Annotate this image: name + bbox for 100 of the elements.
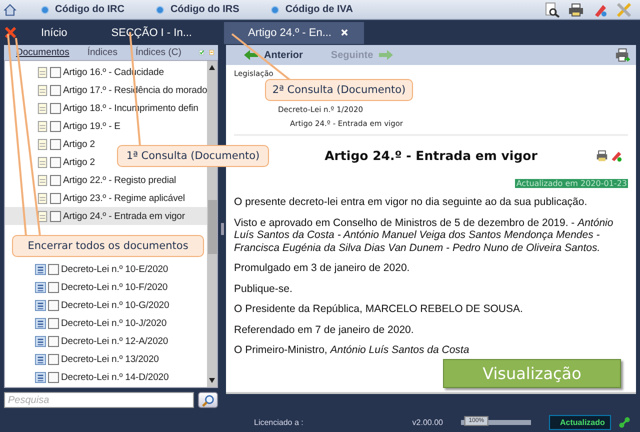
updated-badge: Actualizado em 2020-01-23: [515, 179, 628, 188]
printer-icon[interactable]: [568, 2, 584, 18]
tree-item[interactable]: Artigo 22.º - Registo predial: [5, 171, 207, 190]
law-icon: [35, 336, 46, 347]
document-icon: [37, 67, 48, 78]
checkbox[interactable]: [48, 282, 59, 294]
callout: 2ª Consulta (Documento): [265, 79, 413, 101]
search-button[interactable]: [198, 392, 218, 408]
scroll-thumb[interactable]: [208, 200, 216, 254]
document-tab[interactable]: SECÇÃO I - In...: [99, 22, 204, 44]
caption-banner: Visualização: [443, 359, 621, 388]
link-icon[interactable]: [619, 416, 630, 428]
tree-item[interactable]: Decreto-Lei n.º 10-J/2020: [5, 314, 207, 332]
tree-item-label: Artigo 2: [63, 156, 95, 168]
law-icon: [35, 300, 46, 312]
license-label: Licenciado a :: [253, 418, 304, 426]
document-icon: [37, 192, 48, 204]
tree-item-label: Decreto-Lei n.º 14-D/2020: [61, 372, 169, 383]
tree-item-label: Artigo 2: [63, 139, 95, 150]
scroll-up-icon[interactable]: [209, 65, 215, 70]
paragraph: O Primeiro-Ministro, António Luís Santos da Costa: [234, 344, 470, 356]
tree-item[interactable]: Decreto-Lei n.º 10-G/2020: [5, 296, 207, 314]
tree-item[interactable]: Decreto-Lei n.º 10-E/2020: [5, 260, 207, 279]
document-icon: [37, 139, 48, 150]
document-title: Artigo 24.º - Entrada em vigor: [324, 148, 538, 163]
tree-item-label: Artigo 23.º - Regime aplicável: [63, 192, 185, 204]
checkbox[interactable]: [48, 300, 59, 312]
document-icon: [37, 121, 48, 132]
module-link[interactable]: Código do IRC: [41, 4, 124, 15]
paragraph: O Presidente da República, MARCELO REBELO DE SOUSA.: [234, 303, 524, 316]
module-link[interactable]: Código de IVA: [271, 4, 353, 15]
checkbox[interactable]: [48, 264, 59, 276]
checkbox[interactable]: [50, 174, 61, 186]
callout: Encerrar todos os documentos: [12, 235, 204, 257]
panel-tab[interactable]: Índices (C): [131, 47, 186, 58]
scroll-down-icon[interactable]: [209, 378, 215, 383]
tree-item[interactable]: Decreto-Lei n.º 12-A/2020: [5, 332, 207, 350]
tree-item[interactable]: Decreto-Lei n.º 13/2020: [5, 350, 207, 368]
law-icon: [35, 354, 46, 365]
tree-item[interactable]: Artigo 2: [5, 153, 97, 172]
close-all-icon[interactable]: [4, 26, 17, 39]
module-link[interactable]: Código do IRS: [156, 4, 240, 15]
search-field[interactable]: Pesquisa: [4, 392, 194, 408]
document-tab[interactable]: Artigo 24.º - En...: [224, 22, 364, 44]
search-document-icon[interactable]: [544, 2, 560, 18]
law-icon: [35, 318, 46, 329]
left-arrow-icon: [244, 50, 258, 60]
tree-item-label: Artigo 19.º - E: [63, 121, 120, 132]
tree-item-label: Decreto-Lei n.º 10-F/2020: [61, 282, 168, 294]
checkbox[interactable]: [50, 210, 61, 222]
tree-item-label: Decreto-Lei n.º 12-A/2020: [61, 336, 168, 347]
tree-item-label: Artigo 22.º - Registo predial: [63, 174, 176, 186]
version-label: v2.00.00: [412, 418, 443, 426]
checkbox[interactable]: [50, 103, 61, 114]
document-icon: [37, 174, 48, 186]
tree-item[interactable]: Decreto-Lei n.º 14-D/2020: [5, 368, 207, 386]
update-status: Actualizado: [549, 414, 611, 430]
paragraph: Publique-se.: [234, 282, 294, 295]
tree-item[interactable]: Artigo 2: [5, 136, 97, 154]
checkbox[interactable]: [50, 85, 61, 96]
previous-button[interactable]: Anterior: [244, 50, 303, 60]
document-icon: [37, 85, 48, 96]
panel-tab[interactable]: Índices: [83, 47, 122, 58]
tree-item-label: Decreto-Lei n.º 10-E/2020: [61, 264, 168, 276]
law-icon: [35, 372, 46, 383]
pencil-icon[interactable]: [610, 150, 622, 162]
checkbox[interactable]: [50, 121, 61, 132]
paragraph: Visto e aprovado em Conselho de Ministros de 5 de dezembro de 2019. - António Luís Santos da Costa - António Manuel Veiga dos Santos Mendonça Mendes - Francisca Eugénia da Silva Dias Van Dunem - Pedro Nuno de Oliveira Santos.: [234, 216, 614, 254]
home-icon[interactable]: [3, 2, 17, 16]
printer-icon[interactable]: [596, 150, 608, 162]
paragraph: Referendado em 7 de janeiro de 2020.: [234, 324, 415, 336]
tree-item[interactable]: Artigo 24.º - Entrada em vigor: [5, 207, 207, 226]
law-icon: [35, 264, 46, 276]
checkbox[interactable]: [48, 318, 59, 329]
tree-item-label: Artigo 24.º - Entrada em vigor: [63, 210, 185, 222]
document-icon: [37, 210, 48, 222]
paragraph: O presente decreto-lei entra em vigor no dia seguinte ao da sua publicação.: [234, 196, 588, 208]
document-icon: [37, 103, 48, 114]
callout: 1ª Consulta (Documento): [117, 145, 269, 167]
tree-item[interactable]: Artigo 19.º - E: [5, 118, 207, 136]
tree-item[interactable]: Decreto-Lei n.º 10-F/2020: [5, 278, 207, 297]
tree-item-label: Decreto-Lei n.º 10-G/2020: [61, 300, 170, 312]
right-arrow-icon: [379, 50, 394, 60]
splitter-handle[interactable]: [220, 222, 224, 234]
checkbox[interactable]: [50, 139, 61, 150]
checkbox[interactable]: [48, 336, 59, 347]
printer-icon[interactable]: [615, 48, 630, 62]
document-tab[interactable]: Início: [29, 22, 80, 44]
checkbox[interactable]: [48, 354, 59, 365]
tree-item-label: Decreto-Lei n.º 10-J/2020: [61, 318, 167, 329]
paragraph: Promulgado em 3 de janeiro de 2020.: [234, 262, 411, 274]
checkbox[interactable]: [48, 372, 59, 383]
checkbox[interactable]: [50, 192, 61, 204]
tree-item[interactable]: Artigo 23.º - Regime aplicável: [5, 189, 207, 208]
search-icon: [202, 394, 214, 406]
checkbox[interactable]: [50, 67, 61, 78]
checkbox[interactable]: [50, 156, 61, 168]
close-icon[interactable]: [341, 29, 348, 36]
law-icon: [35, 282, 46, 294]
tree-item-label: Decreto-Lei n.º 13/2020: [61, 354, 159, 365]
